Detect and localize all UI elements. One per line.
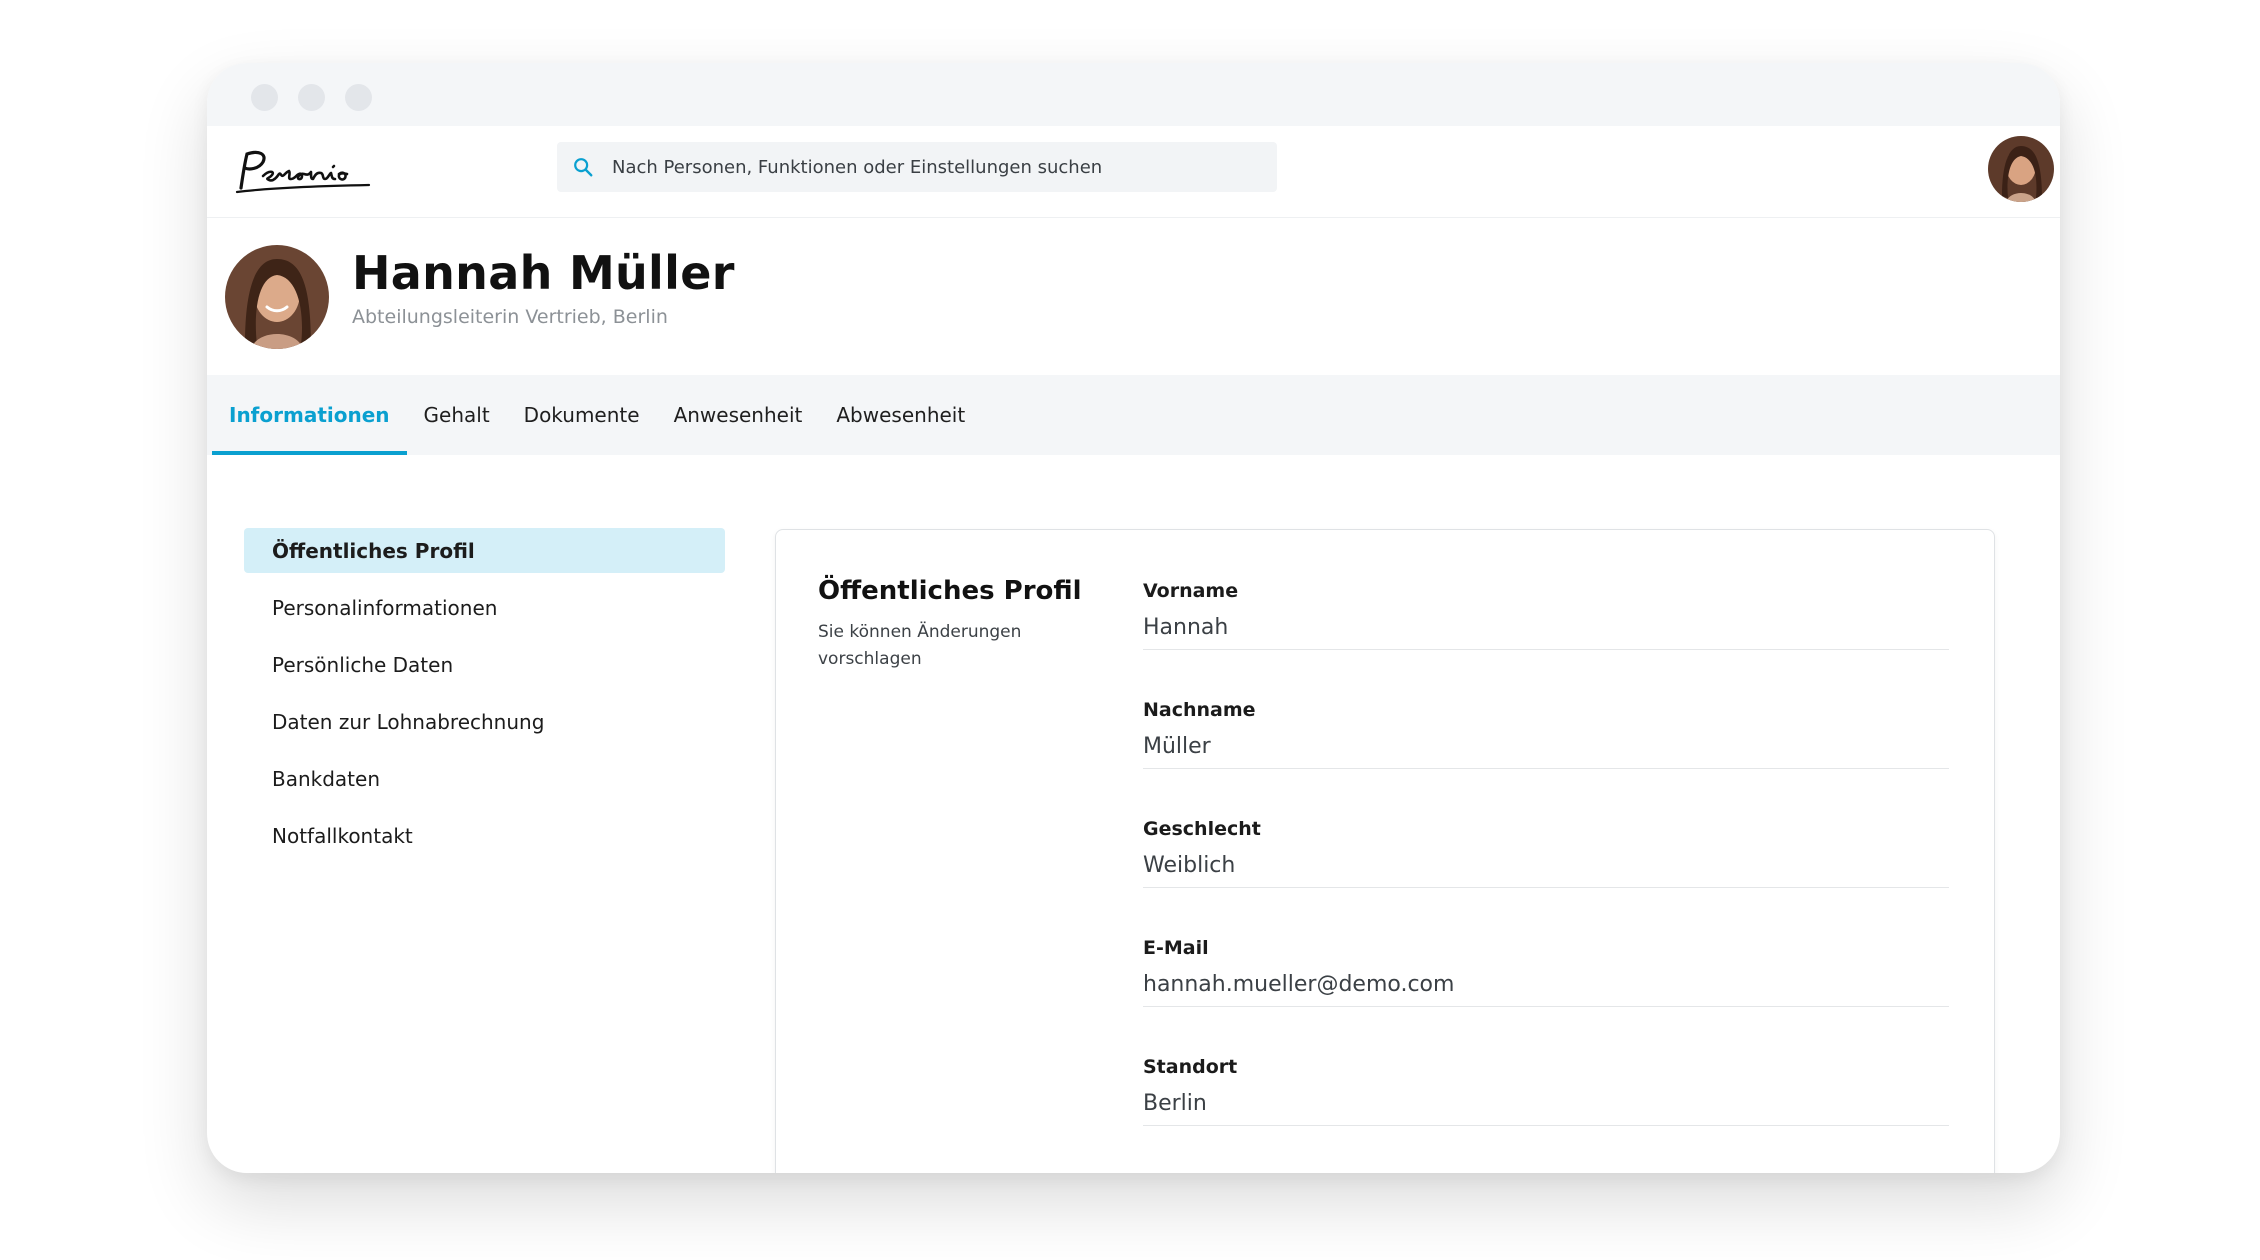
field-label: E-Mail (1143, 937, 1209, 959)
sidebar-item-bankdaten[interactable]: Bankdaten (244, 756, 725, 801)
window-minimize-dot[interactable] (298, 84, 325, 111)
field-label: Standort (1143, 1056, 1238, 1078)
field-value: hannah.mueller@demo.com (1143, 972, 1455, 997)
field-geschlecht[interactable]: Geschlecht Weiblich (1143, 768, 1949, 888)
window-titlebar (207, 63, 2060, 126)
profile-name: Hannah Müller (352, 246, 735, 300)
window-close-dot[interactable] (251, 84, 278, 111)
field-label: Vorname (1143, 580, 1239, 602)
app-window: Nach Personen, Funktionen oder Einstellu… (207, 63, 2060, 1173)
user-avatar-image (1988, 136, 2054, 202)
field-nachname[interactable]: Nachname Müller (1143, 649, 1949, 769)
search-bar[interactable]: Nach Personen, Funktionen oder Einstellu… (557, 142, 1277, 192)
personio-logo[interactable] (229, 144, 377, 200)
tab-anwesenheit[interactable]: Anwesenheit (657, 375, 820, 455)
search-input[interactable]: Nach Personen, Funktionen oder Einstellu… (612, 157, 1102, 178)
field-vorname[interactable]: Vorname Hannah (1143, 530, 1949, 650)
card-subtitle: Sie können Änderungen vorschlagen (818, 622, 1022, 669)
tab-dokumente[interactable]: Dokumente (507, 375, 657, 455)
profile-avatar[interactable] (225, 245, 329, 349)
tab-gehalt[interactable]: Gehalt (407, 375, 507, 455)
profile-card: Öffentliches Profil Sie können Änderunge… (775, 529, 1995, 1173)
card-title: Öffentliches Profil (818, 576, 1082, 606)
field-email[interactable]: E-Mail hannah.mueller@demo.com (1143, 887, 1949, 1007)
field-label: Nachname (1143, 699, 1256, 721)
profile-tab-bar: Informationen Gehalt Dokumente Anwesenhe… (207, 375, 2060, 455)
field-label: Geschlecht (1143, 818, 1261, 840)
profile-role: Abteilungsleiterin Vertrieb, Berlin (352, 306, 668, 328)
field-value: Müller (1143, 734, 1211, 759)
sidebar-item-persoenliche-daten[interactable]: Persönliche Daten (244, 642, 725, 687)
field-standort[interactable]: Standort Berlin (1143, 1006, 1949, 1126)
sidebar-item-lohnabrechnung[interactable]: Daten zur Lohnabrechnung (244, 699, 725, 744)
sidebar-item-oeffentliches-profil[interactable]: Öffentliches Profil (244, 528, 725, 573)
personio-logo-mark (235, 150, 371, 194)
section-menu: Öffentliches Profil Personalinformatione… (244, 528, 725, 870)
window-maximize-dot[interactable] (345, 84, 372, 111)
top-navigation-bar: Nach Personen, Funktionen oder Einstellu… (207, 126, 2060, 218)
field-value: Berlin (1143, 1091, 1207, 1116)
field-value: Weiblich (1143, 853, 1236, 878)
field-value: Hannah (1143, 615, 1229, 640)
profile-avatar-image (225, 245, 329, 349)
tab-abwesenheit[interactable]: Abwesenheit (819, 375, 982, 455)
tab-informationen[interactable]: Informationen (212, 375, 407, 455)
sidebar-item-notfallkontakt[interactable]: Notfallkontakt (244, 813, 725, 858)
sidebar-item-personalinformationen[interactable]: Personalinformationen (244, 585, 725, 630)
search-icon (574, 158, 593, 177)
user-avatar[interactable] (1988, 136, 2054, 202)
